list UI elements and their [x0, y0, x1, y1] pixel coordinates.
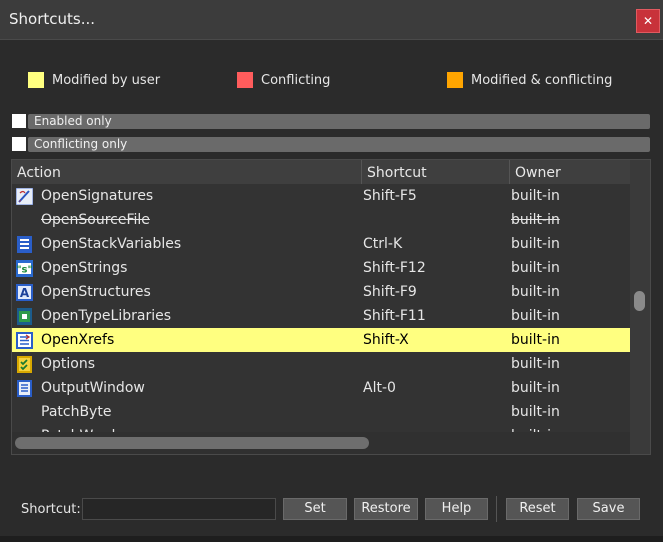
set-button[interactable]: Set	[283, 498, 347, 520]
row-owner: built-in	[511, 424, 560, 432]
row-shortcut: Shift-F12	[363, 260, 426, 276]
enabled-only-filter[interactable]: Enabled only	[12, 114, 650, 129]
row-action: OpenTypeLibraries	[41, 308, 172, 324]
table-row[interactable]: Options built-in	[12, 352, 630, 376]
xrefs-icon	[16, 332, 33, 349]
conflicting-only-label: Conflicting only	[34, 137, 128, 151]
row-action: Options	[41, 356, 96, 372]
row-action: OutputWindow	[41, 380, 145, 396]
column-header-action[interactable]: Action	[12, 160, 362, 184]
row-owner: built-in	[511, 212, 560, 228]
table-row[interactable]: OpenSignatures Shift-F5 built-in	[12, 184, 630, 208]
table-row[interactable]: OpenStackVariables Ctrl-K built-in	[12, 232, 630, 256]
enabled-only-bar[interactable]: Enabled only	[28, 114, 650, 129]
conflicting-only-filter[interactable]: Conflicting only	[12, 137, 650, 152]
table-row[interactable]: PatchWord built-in	[12, 424, 630, 432]
enabled-only-checkbox[interactable]	[12, 114, 26, 128]
table-row[interactable]: A OpenStructures Shift-F9 built-in	[12, 280, 630, 304]
table-row[interactable]: OpenSourceFile built-in	[12, 208, 630, 232]
row-owner: built-in	[511, 380, 560, 396]
row-shortcut: Alt-0	[363, 380, 396, 396]
shortcut-input[interactable]	[82, 498, 276, 520]
row-shortcut: Shift-F11	[363, 308, 426, 324]
enabled-only-label: Enabled only	[34, 114, 112, 128]
title-bar: Shortcuts... ✕	[0, 0, 663, 40]
window-bottom-edge	[0, 536, 663, 542]
table-row[interactable]: OutputWindow Alt-0 built-in	[12, 376, 630, 400]
row-action: OpenSignatures	[41, 188, 154, 204]
row-action: OpenStrings	[41, 260, 128, 276]
button-separator	[496, 496, 497, 522]
row-action: OpenSourceFile	[41, 212, 150, 228]
help-button[interactable]: Help	[425, 498, 488, 520]
vertical-scrollbar[interactable]	[630, 160, 650, 454]
legend-swatch-conflicting	[237, 72, 253, 88]
reset-button[interactable]: Reset	[506, 498, 569, 520]
structures-icon: A	[16, 284, 33, 301]
close-icon: ✕	[642, 14, 654, 28]
row-owner: built-in	[511, 284, 560, 300]
shortcuts-table[interactable]: Action Shortcut Owner OpenSignatures Shi…	[11, 159, 651, 455]
svg-text:"s": "s"	[16, 265, 32, 276]
conflicting-only-bar[interactable]: Conflicting only	[28, 137, 650, 152]
row-action: OpenStructures	[41, 284, 151, 300]
row-shortcut: Shift-F5	[363, 188, 417, 204]
legend-label: Modified by user	[52, 73, 161, 88]
window-title: Shortcuts...	[9, 10, 96, 28]
row-action: OpenStackVariables	[41, 236, 182, 252]
legend-swatch-modified	[28, 72, 44, 88]
vertical-scroll-thumb[interactable]	[634, 291, 645, 311]
row-owner: built-in	[511, 236, 560, 252]
table-row[interactable]: PatchByte built-in	[12, 400, 630, 424]
legend-swatch-modified-conflicting	[447, 72, 463, 88]
signatures-icon	[16, 188, 33, 205]
type-libraries-icon	[17, 308, 32, 325]
shortcut-label: Shortcut:	[21, 502, 81, 517]
row-owner: built-in	[511, 188, 560, 204]
row-owner: built-in	[511, 404, 560, 420]
row-shortcut: Shift-F9	[363, 284, 417, 300]
row-action: PatchWord	[41, 424, 115, 432]
row-owner: built-in	[511, 356, 560, 372]
row-shortcut: Shift-X	[363, 332, 409, 348]
table-body: OpenSignatures Shift-F5 built-in OpenSou…	[12, 184, 630, 432]
conflicting-only-checkbox[interactable]	[12, 137, 26, 151]
table-row[interactable]: "s" OpenStrings Shift-F12 built-in	[12, 256, 630, 280]
row-shortcut: Ctrl-K	[363, 236, 403, 252]
stack-variables-icon	[17, 236, 32, 253]
table-row[interactable]: OpenTypeLibraries Shift-F11 built-in	[12, 304, 630, 328]
horizontal-scrollbar[interactable]	[12, 432, 630, 454]
horizontal-scroll-thumb[interactable]	[15, 437, 369, 449]
column-header-shortcut[interactable]: Shortcut	[362, 160, 510, 184]
table-row-selected[interactable]: OpenXrefs Shift-X built-in	[12, 328, 630, 352]
svg-text:A: A	[20, 286, 30, 300]
options-icon	[17, 356, 32, 373]
legend-label: Conflicting	[261, 73, 331, 88]
row-action: OpenXrefs	[41, 332, 115, 348]
strings-icon: "s"	[16, 260, 33, 277]
row-owner: built-in	[511, 308, 560, 324]
row-action: PatchByte	[41, 404, 112, 420]
row-owner: built-in	[511, 260, 560, 276]
row-owner: built-in	[511, 332, 560, 348]
bottom-bar: Shortcut: Set Restore Help Reset Save	[0, 490, 663, 530]
restore-button[interactable]: Restore	[354, 498, 418, 520]
legend-label: Modified & conflicting	[471, 73, 613, 88]
close-button[interactable]: ✕	[636, 9, 660, 33]
column-header-owner[interactable]: Owner	[510, 160, 630, 184]
output-window-icon	[17, 380, 32, 397]
save-button[interactable]: Save	[577, 498, 640, 520]
table-header: Action Shortcut Owner	[12, 160, 630, 184]
